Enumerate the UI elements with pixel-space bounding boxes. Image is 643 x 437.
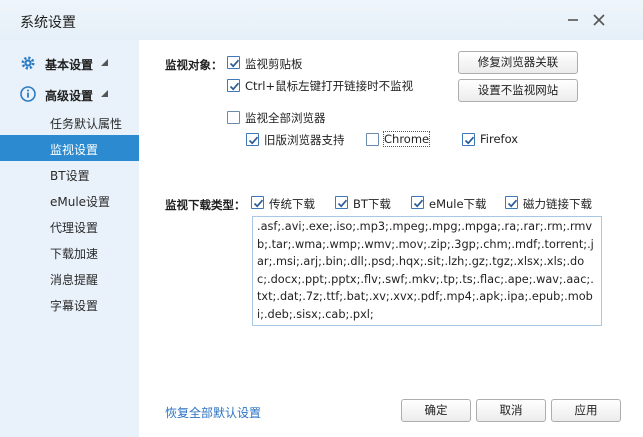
ctrl-click-checkbox[interactable]	[227, 79, 240, 92]
minimize-button[interactable]	[562, 9, 584, 31]
sidebar-item-notifications[interactable]: 消息提醒	[0, 265, 139, 291]
magnet-download-checkbox[interactable]	[505, 196, 518, 209]
firefox-checkbox[interactable]	[462, 133, 475, 146]
old-browser-label: 旧版浏览器支持	[264, 133, 345, 147]
monitor-object-label: 监视对象：	[165, 58, 223, 72]
clipboard-label: 监视剪贴板	[245, 57, 303, 71]
expand-arrow-icon	[101, 90, 108, 97]
ctrl-click-label: Ctrl+鼠标左键打开链接时不监视	[245, 79, 414, 93]
emule-download-label: eMule下载	[429, 197, 487, 211]
chrome-label: Chrome	[382, 131, 431, 147]
sidebar-item-bt[interactable]: BT设置	[0, 161, 139, 187]
file-extensions-textarea[interactable]: .asf;.avi;.exe;.iso;.mp3;.mpeg;.mpg;.mpg…	[252, 216, 602, 326]
sidebar-group-basic[interactable]: 基本设置	[0, 48, 139, 78]
close-button[interactable]	[588, 9, 610, 31]
cancel-button[interactable]: 取消	[476, 399, 546, 422]
sidebar-item-acceleration[interactable]: 下载加速	[0, 239, 139, 265]
sidebar-item-monitor[interactable]: 监视设置	[0, 135, 139, 161]
sidebar-item-label: 监视设置	[50, 143, 99, 157]
sidebar-item-label: BT设置	[50, 169, 90, 183]
sidebar-item-task-defaults[interactable]: 任务默认属性	[0, 109, 139, 135]
bt-download-label: BT下载	[353, 197, 391, 211]
check-icon	[229, 59, 240, 68]
chrome-checkbox[interactable]	[366, 133, 379, 146]
gear-icon	[21, 56, 35, 70]
minimize-icon	[568, 19, 578, 21]
restore-defaults-link[interactable]: 恢复全部默认设置	[165, 404, 261, 421]
check-icon	[413, 199, 424, 208]
sidebar: 基本设置 高级设置 任务默认属性 监视设置 BT设置 eMule设置 代理设置 …	[0, 40, 139, 437]
magnet-download-label: 磁力链接下载	[523, 197, 592, 211]
check-icon	[337, 199, 348, 208]
check-icon	[253, 199, 264, 208]
check-icon	[507, 199, 518, 208]
sidebar-item-label: eMule设置	[50, 195, 111, 209]
check-icon	[229, 82, 240, 91]
collapse-arrow-icon	[101, 59, 108, 66]
all-browsers-checkbox[interactable]	[227, 111, 240, 124]
emule-download-checkbox[interactable]	[411, 196, 424, 209]
sidebar-group-advanced[interactable]: 高级设置	[0, 79, 139, 109]
sidebar-item-label: 消息提醒	[50, 273, 99, 287]
sidebar-item-label: 字幕设置	[50, 299, 99, 313]
sidebar-group-label: 高级设置	[45, 89, 94, 103]
old-browser-checkbox[interactable]	[246, 133, 259, 146]
close-icon	[593, 14, 605, 26]
check-icon	[248, 136, 259, 145]
sidebar-item-proxy[interactable]: 代理设置	[0, 213, 139, 239]
repair-browser-button[interactable]: 修复浏览器关联	[458, 51, 578, 74]
sidebar-item-subtitles[interactable]: 字幕设置	[0, 291, 139, 317]
apply-button[interactable]: 应用	[551, 399, 621, 422]
sidebar-item-label: 下载加速	[50, 247, 99, 261]
download-types-label: 监视下载类型：	[165, 198, 246, 212]
sidebar-item-label: 任务默认属性	[50, 117, 123, 131]
normal-download-label: 传统下载	[269, 197, 315, 211]
sidebar-item-emule[interactable]: eMule设置	[0, 187, 139, 213]
sidebar-item-label: 代理设置	[50, 221, 99, 235]
firefox-label: Firefox	[480, 132, 519, 146]
ok-button[interactable]: 确定	[401, 399, 471, 422]
sidebar-group-label: 基本设置	[45, 58, 94, 72]
clipboard-checkbox[interactable]	[227, 56, 240, 69]
title-bar: 系统设置	[0, 0, 643, 40]
bt-download-checkbox[interactable]	[335, 196, 348, 209]
normal-download-checkbox[interactable]	[251, 196, 264, 209]
all-browsers-label: 监视全部浏览器	[245, 111, 326, 125]
exclude-sites-button[interactable]: 设置不监视网站	[458, 79, 578, 102]
check-icon	[464, 136, 475, 145]
info-icon	[20, 86, 36, 102]
window-title: 系统设置	[20, 15, 76, 31]
